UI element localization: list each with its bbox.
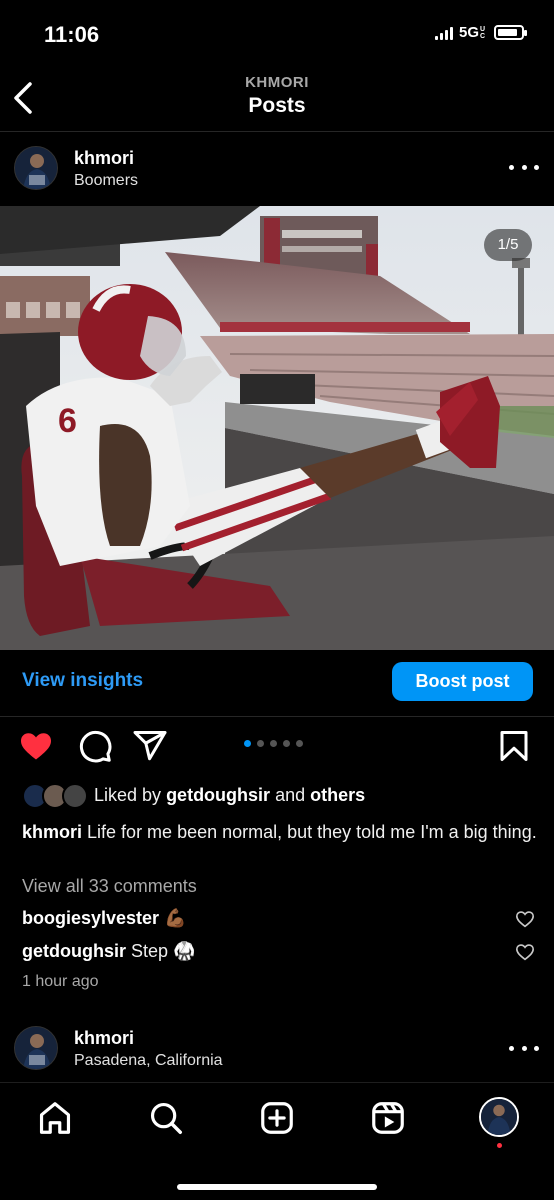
view-insights-link[interactable]: View insights [22, 670, 143, 692]
nav-search[interactable] [147, 1099, 185, 1137]
profile-notification-dot [497, 1143, 502, 1148]
avatar-image [15, 147, 57, 189]
photo-illustration: 6 [0, 206, 554, 650]
heart-outline-icon [515, 944, 535, 961]
comment-like-button[interactable] [515, 910, 535, 928]
jersey-number: 6 [58, 402, 77, 440]
page-title: Posts [248, 94, 306, 117]
nav-profile[interactable] [479, 1097, 519, 1137]
status-time: 11:06 [44, 22, 100, 47]
liker-avatar [62, 783, 88, 809]
carousel-indicator [244, 740, 303, 747]
liker-avatars[interactable] [22, 783, 92, 809]
comment-button[interactable] [77, 728, 113, 764]
comment-username[interactable]: boogiesylvester [22, 908, 159, 928]
liker-username[interactable]: getdoughsir [166, 785, 270, 805]
heart-icon [21, 733, 51, 760]
status-indicators: 5G UC [434, 24, 527, 41]
view-comments-link[interactable]: View all 33 comments [22, 876, 197, 897]
profile-icon [481, 1099, 517, 1135]
search-icon [150, 1102, 182, 1134]
more-icon[interactable] [509, 1043, 539, 1053]
insights-divider [0, 716, 554, 717]
bookmark-icon [500, 731, 528, 761]
share-button[interactable] [132, 728, 168, 764]
comment-text: 💪🏾 [164, 908, 187, 928]
carousel-dot [283, 740, 290, 747]
comment-row: boogiesylvester 💪🏾 [22, 908, 187, 929]
next-post-avatar[interactable] [14, 1026, 58, 1070]
header-divider [0, 131, 554, 132]
network-sup: UC [480, 25, 486, 40]
likes-prefix: Liked by [94, 785, 162, 805]
likes-and: and [275, 785, 306, 805]
more-icon[interactable] [509, 162, 539, 172]
post-username[interactable]: khmori [74, 148, 134, 169]
likes-summary[interactable]: Liked by getdoughsir and others [94, 785, 365, 806]
nav-reels[interactable] [369, 1099, 407, 1137]
comment-icon [79, 730, 112, 763]
comment-text: Step 🥋 [131, 941, 196, 961]
post-location[interactable]: Boomers [74, 172, 138, 190]
carousel-dot [296, 740, 303, 747]
carousel-dot [270, 740, 277, 747]
boost-post-button[interactable]: Boost post [392, 662, 533, 701]
reels-icon [372, 1102, 404, 1134]
bottom-navigation [0, 1082, 554, 1200]
post-timestamp: 1 hour ago [22, 973, 99, 990]
photo-counter: 1/5 [484, 229, 532, 261]
signal-icon [434, 26, 453, 40]
save-button[interactable] [496, 728, 532, 764]
home-icon [39, 1102, 71, 1134]
next-post-location[interactable]: Pasadena, California [74, 1052, 223, 1070]
nav-home[interactable] [36, 1099, 74, 1137]
like-button[interactable] [18, 728, 54, 764]
caption-text: Life for me been normal, but they told m… [87, 822, 537, 842]
share-icon [133, 731, 167, 761]
carousel-dot [257, 740, 264, 747]
heart-outline-icon [515, 911, 535, 928]
network-label: 5G [458, 24, 479, 41]
likes-others[interactable]: others [310, 785, 365, 805]
caption-username[interactable]: khmori [22, 822, 82, 842]
next-post-username[interactable]: khmori [74, 1028, 134, 1049]
battery-level [498, 29, 517, 36]
home-indicator[interactable] [177, 1184, 377, 1190]
comment-like-button[interactable] [515, 943, 535, 961]
post-caption: khmori Life for me been normal, but they… [22, 820, 537, 845]
carousel-dot [244, 740, 251, 747]
post-avatar[interactable] [14, 146, 58, 190]
comment-row: getdoughsir Step 🥋 [22, 941, 195, 962]
nav-create[interactable] [258, 1099, 296, 1137]
comment-username[interactable]: getdoughsir [22, 941, 126, 961]
post-photo[interactable]: 6 [0, 206, 554, 650]
header-account-name: KHMORI [245, 74, 309, 91]
avatar-image [15, 1027, 57, 1069]
create-icon [261, 1102, 293, 1134]
battery-icon [494, 25, 527, 40]
